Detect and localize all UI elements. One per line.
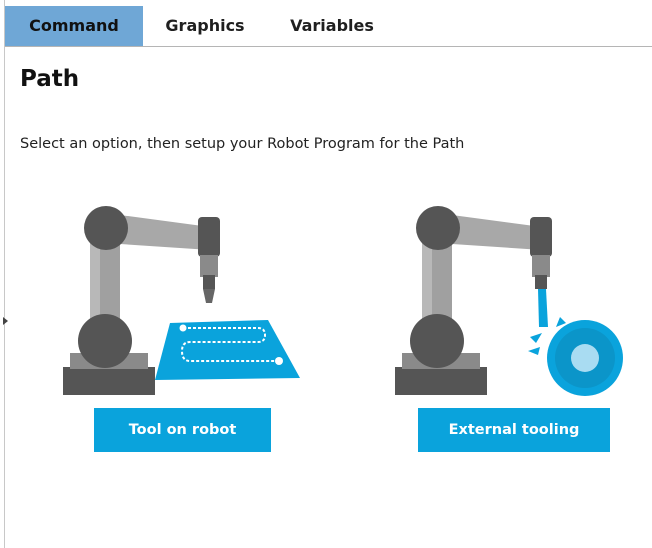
external-tooling-button[interactable]: External tooling <box>418 408 610 452</box>
tool-on-robot-illustration[interactable] <box>60 195 310 405</box>
instruction-text: Select an option, then setup your Robot … <box>20 136 465 152</box>
tab-variables[interactable]: Variables <box>277 6 387 46</box>
external-tooling-illustration[interactable] <box>390 195 640 405</box>
tab-bar: Command Graphics Variables <box>5 6 652 47</box>
tab-command[interactable]: Command <box>5 6 143 46</box>
page-title: Path <box>20 66 80 92</box>
tool-on-robot-button[interactable]: Tool on robot <box>94 408 271 452</box>
left-panel-divider <box>4 0 5 548</box>
robot-tool-on-robot-icon <box>63 206 300 395</box>
collapse-handle-icon[interactable] <box>3 317 8 325</box>
path-program-screen: Command Graphics Variables Path Select a… <box>0 0 652 548</box>
robot-external-tooling-icon <box>395 206 623 396</box>
tab-graphics[interactable]: Graphics <box>147 6 263 46</box>
